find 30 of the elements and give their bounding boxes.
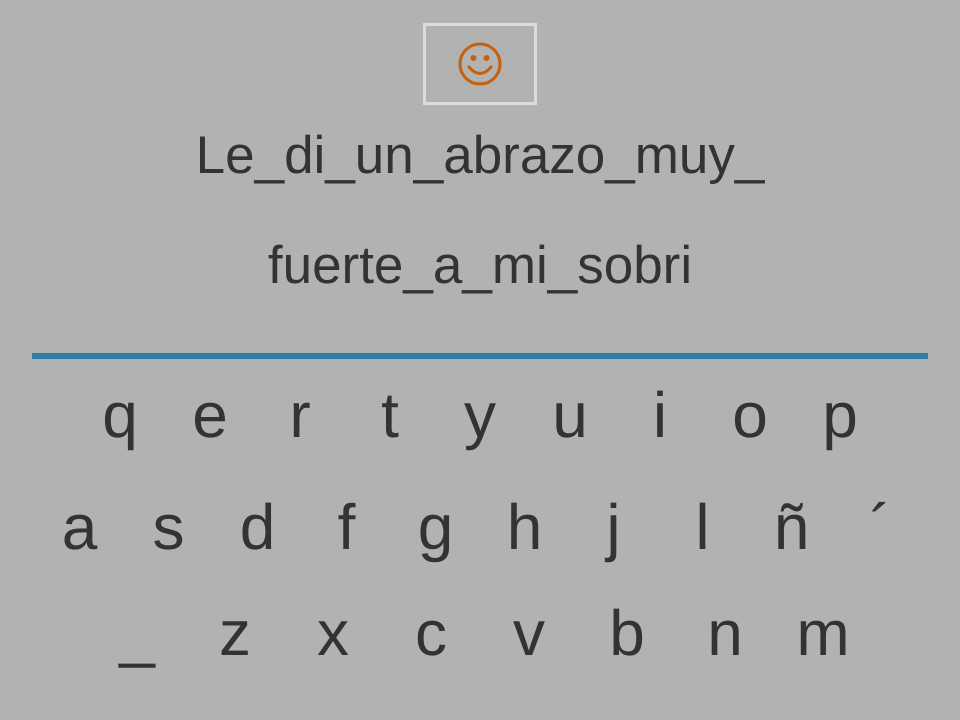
letter-key[interactable]: o — [705, 365, 795, 465]
smiley-icon — [456, 40, 504, 88]
letter-key[interactable]: t — [345, 365, 435, 465]
letter-key[interactable]: a — [35, 477, 124, 577]
letter-key[interactable]: i — [615, 365, 705, 465]
letter-key[interactable]: l — [658, 477, 747, 577]
letter-key[interactable]: h — [480, 477, 569, 577]
letter-key[interactable]: y — [435, 365, 525, 465]
letter-key[interactable]: v — [480, 583, 578, 683]
letter-key[interactable]: q — [75, 365, 165, 465]
letter-key[interactable]: s — [124, 477, 213, 577]
letter-key[interactable]: u — [525, 365, 615, 465]
letter-key[interactable]: f — [302, 477, 391, 577]
letter-key[interactable]: _ — [88, 583, 186, 683]
letter-key[interactable]: ´ — [836, 477, 925, 577]
sentence-text: fuerte_a_mi_sobri — [268, 235, 692, 297]
letter-key[interactable]: x — [284, 583, 382, 683]
letter-key[interactable]: z — [186, 583, 284, 683]
letter-key[interactable]: c — [382, 583, 480, 683]
letter-key[interactable]: b — [578, 583, 676, 683]
letter-key[interactable]: ñ — [747, 477, 836, 577]
sentence-text: Le_di_un_abrazo_muy_ — [196, 125, 764, 187]
letter-key[interactable]: m — [774, 583, 872, 683]
letter-key[interactable]: g — [391, 477, 480, 577]
letter-key[interactable]: e — [165, 365, 255, 465]
letter-key[interactable]: d — [213, 477, 302, 577]
letter-key[interactable]: j — [569, 477, 658, 577]
letter-key[interactable]: r — [255, 365, 345, 465]
letter-key[interactable]: p — [795, 365, 885, 465]
letter-key[interactable]: n — [676, 583, 774, 683]
